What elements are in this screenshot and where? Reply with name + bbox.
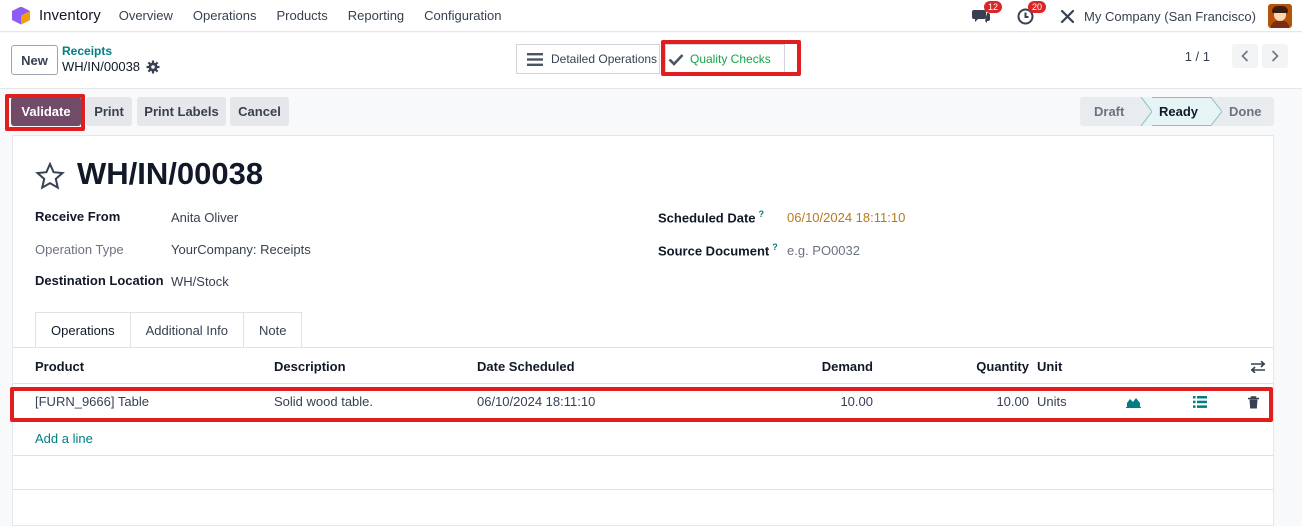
status-bar: Draft Ready Done bbox=[1080, 97, 1274, 126]
tab-additional-info[interactable]: Additional Info bbox=[129, 312, 244, 348]
scheduled-date-label-text: Scheduled Date bbox=[658, 210, 756, 226]
top-navbar: Inventory Overview Operations Products R… bbox=[0, 0, 1302, 32]
column-demand[interactable]: Demand bbox=[793, 359, 873, 374]
tools-icon bbox=[1060, 9, 1074, 23]
table-row[interactable]: [FURN_9666] Table Solid wood table. 06/1… bbox=[13, 384, 1273, 420]
notebook-tabs: Operations Additional Info Note bbox=[35, 312, 303, 348]
stage-arrow-draft bbox=[1140, 97, 1152, 126]
user-avatar[interactable] bbox=[1268, 4, 1292, 28]
destination-location-label: Destination Location bbox=[35, 273, 164, 288]
source-document-help[interactable]: ? bbox=[772, 242, 778, 252]
tab-note[interactable]: Note bbox=[243, 312, 303, 348]
chevron-left-icon bbox=[1241, 50, 1249, 62]
messages-count-badge: 12 bbox=[984, 1, 1003, 13]
quality-checks-label: Quality Checks bbox=[690, 52, 771, 66]
gear-icon[interactable] bbox=[146, 60, 160, 74]
scheduled-date-value[interactable]: 06/10/2024 18:11:10 bbox=[787, 210, 905, 225]
stage-ready[interactable]: Ready bbox=[1152, 97, 1210, 126]
empty-row-divider bbox=[13, 489, 1273, 490]
tab-operations[interactable]: Operations bbox=[35, 312, 131, 348]
details-list-icon[interactable] bbox=[1193, 396, 1207, 408]
pager-value[interactable]: 1 / 1 bbox=[1185, 49, 1210, 64]
activities-button[interactable]: 20 bbox=[1014, 1, 1047, 27]
receive-from-label: Receive From bbox=[35, 209, 121, 224]
inventory-app-icon[interactable] bbox=[12, 6, 30, 25]
pager-next-button[interactable] bbox=[1262, 44, 1288, 68]
column-quantity[interactable]: Quantity bbox=[949, 359, 1029, 374]
row-unit[interactable]: Units bbox=[1037, 394, 1067, 409]
quality-checks-button[interactable]: Quality Checks bbox=[665, 44, 785, 74]
breadcrumb-current: WH/IN/00038 bbox=[62, 59, 141, 74]
column-product[interactable]: Product bbox=[35, 359, 84, 374]
scheduled-date-label: Scheduled Date? bbox=[658, 209, 764, 225]
record-title: WH/IN/00038 bbox=[77, 156, 264, 191]
star-icon[interactable] bbox=[35, 162, 65, 190]
detailed-operations-button[interactable]: Detailed Operations bbox=[516, 44, 660, 74]
forecast-chart-icon[interactable] bbox=[1126, 396, 1141, 408]
stage-draft-label: Draft bbox=[1094, 104, 1125, 119]
menu-reporting[interactable]: Reporting bbox=[348, 8, 404, 23]
column-date-scheduled[interactable]: Date Scheduled bbox=[477, 359, 575, 374]
stage-arrow-ready bbox=[1210, 97, 1222, 126]
optional-columns-icon[interactable] bbox=[1251, 361, 1265, 373]
form-action-bar: Validate Print Print Labels Cancel Draft… bbox=[0, 90, 1302, 134]
menu-products[interactable]: Products bbox=[276, 8, 327, 23]
operation-type-label: Operation Type bbox=[35, 242, 124, 257]
stage-done[interactable]: Done bbox=[1222, 97, 1274, 126]
stage-done-label: Done bbox=[1229, 104, 1262, 119]
company-switcher[interactable]: My Company (San Francisco) bbox=[1084, 9, 1256, 24]
form-sheet: WH/IN/00038 Receive From Anita Oliver Op… bbox=[10, 135, 1274, 526]
list-icon bbox=[527, 52, 543, 66]
row-date-scheduled[interactable]: 06/10/2024 18:11:10 bbox=[477, 394, 595, 409]
trash-icon[interactable] bbox=[1248, 396, 1259, 409]
source-document-input[interactable]: e.g. PO0032 bbox=[787, 243, 860, 258]
row-product[interactable]: [FURN_9666] Table bbox=[35, 394, 149, 409]
stage-draft[interactable]: Draft bbox=[1080, 97, 1140, 126]
app-name[interactable]: Inventory bbox=[39, 7, 101, 24]
messages-button[interactable]: 12 bbox=[970, 1, 1003, 27]
scheduled-date-help[interactable]: ? bbox=[759, 209, 765, 219]
activities-count-badge: 20 bbox=[1028, 1, 1047, 13]
control-panel: New Receipts WH/IN/00038 Detailed Operat… bbox=[0, 33, 1302, 89]
column-description[interactable]: Description bbox=[274, 359, 346, 374]
column-unit[interactable]: Unit bbox=[1037, 359, 1062, 374]
print-button[interactable]: Print bbox=[86, 97, 132, 126]
empty-row-divider bbox=[13, 455, 1273, 456]
source-document-label-text: Source Document bbox=[658, 243, 770, 259]
new-button[interactable]: New bbox=[11, 45, 58, 75]
menu-overview[interactable]: Overview bbox=[119, 8, 173, 23]
print-labels-button[interactable]: Print Labels bbox=[137, 97, 226, 126]
operation-type-value[interactable]: YourCompany: Receipts bbox=[171, 242, 311, 257]
menu-configuration[interactable]: Configuration bbox=[424, 8, 501, 23]
destination-location-value[interactable]: WH/Stock bbox=[171, 274, 229, 289]
stage-ready-label: Ready bbox=[1159, 104, 1199, 119]
detailed-operations-label: Detailed Operations bbox=[551, 52, 658, 66]
row-description[interactable]: Solid wood table. bbox=[274, 394, 373, 409]
menu-operations[interactable]: Operations bbox=[193, 8, 257, 23]
chevron-right-icon bbox=[1271, 50, 1279, 62]
checkmark-icon bbox=[668, 53, 684, 66]
debug-tools-button[interactable] bbox=[1056, 5, 1078, 27]
add-a-line-link[interactable]: Add a line bbox=[35, 431, 93, 446]
validate-button[interactable]: Validate bbox=[11, 97, 81, 126]
source-document-label: Source Document? bbox=[658, 242, 778, 258]
cancel-button[interactable]: Cancel bbox=[230, 97, 289, 126]
table-header: Product Description Date Scheduled Deman… bbox=[13, 348, 1273, 384]
row-quantity[interactable]: 10.00 bbox=[949, 394, 1029, 409]
receive-from-value[interactable]: Anita Oliver bbox=[171, 210, 238, 225]
pager-previous-button[interactable] bbox=[1232, 44, 1258, 68]
breadcrumb-receipts[interactable]: Receipts bbox=[62, 44, 112, 58]
row-demand[interactable]: 10.00 bbox=[793, 394, 873, 409]
